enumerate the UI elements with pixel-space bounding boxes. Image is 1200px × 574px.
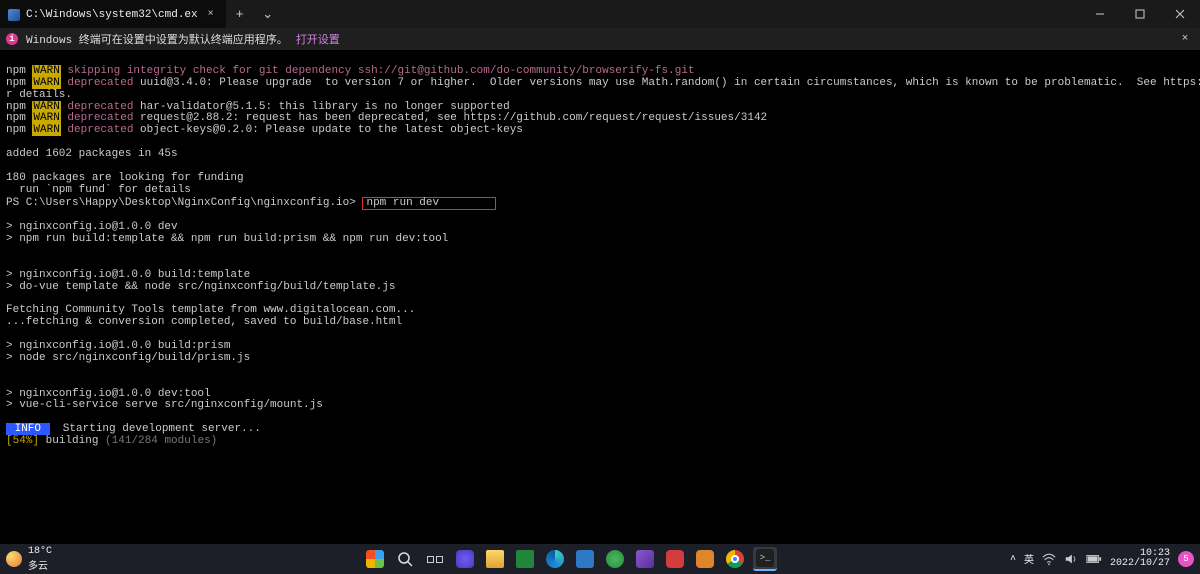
info-bar: i Windows 终端可在设置中设置为默认终端应用程序。 打开设置 × (0, 28, 1200, 50)
info-message: Windows 终端可在设置中设置为默认终端应用程序。 (26, 31, 288, 47)
notification-count[interactable]: 5 (1178, 551, 1194, 567)
vscode-button[interactable] (573, 547, 597, 571)
info-icon: i (6, 33, 18, 45)
terminal-tab[interactable]: C:\Windows\system32\cmd.ex × (0, 0, 226, 28)
minimize-button[interactable] (1080, 0, 1120, 28)
excel-button[interactable] (513, 547, 537, 571)
terminal-tab-icon (8, 9, 20, 21)
tray-overflow-button[interactable]: ˄ (1010, 554, 1016, 565)
taskbar-center: >_ (166, 547, 974, 571)
file-explorer-button[interactable] (483, 547, 507, 571)
titlebar: C:\Windows\system32\cmd.ex × + ⌄ (0, 0, 1200, 28)
battery-icon[interactable] (1086, 553, 1102, 565)
visual-studio-button[interactable] (633, 547, 657, 571)
weather-desc: 多云 (28, 557, 52, 573)
highlighted-command: npm run dev (362, 197, 495, 211)
start-button[interactable] (363, 547, 387, 571)
taskbar-tray: ˄ 英 10:23 2022/10/27 5 (974, 549, 1194, 570)
tab-dropdown-button[interactable]: ⌄ (254, 0, 282, 28)
taskbar: 18°C 多云 >_ ˄ 英 10:23 2022/10/27 5 (0, 544, 1200, 574)
clock-date: 2022/10/27 (1110, 559, 1170, 570)
cloud-music-button[interactable] (663, 547, 687, 571)
media-player-button[interactable] (693, 547, 717, 571)
search-button[interactable] (393, 547, 417, 571)
edge-button[interactable] (543, 547, 567, 571)
maximize-button[interactable] (1120, 0, 1160, 28)
chrome-button[interactable] (723, 547, 747, 571)
taskbar-weather[interactable]: 18°C 多云 (6, 546, 166, 573)
chrome-alt-button[interactable] (603, 547, 627, 571)
clock[interactable]: 10:23 2022/10/27 (1110, 549, 1170, 570)
taskview-button[interactable] (423, 547, 447, 571)
open-settings-link[interactable]: 打开设置 (296, 31, 340, 47)
wifi-icon[interactable] (1042, 552, 1056, 566)
chat-button[interactable] (453, 547, 477, 571)
close-window-button[interactable] (1160, 0, 1200, 28)
ime-indicator[interactable]: 英 (1024, 551, 1034, 567)
sound-icon[interactable] (1064, 552, 1078, 566)
close-tab-button[interactable]: × (204, 8, 218, 22)
weather-icon (6, 551, 22, 567)
tab-title: C:\Windows\system32\cmd.ex (26, 9, 198, 21)
weather-temp: 18°C (28, 546, 52, 557)
terminal-taskbar-button[interactable]: >_ (753, 547, 777, 571)
add-tab-button[interactable]: + (226, 0, 254, 28)
close-infobar-button[interactable]: × (1176, 30, 1194, 48)
terminal-output[interactable]: npm WARN skipping integrity check for gi… (0, 50, 1200, 452)
